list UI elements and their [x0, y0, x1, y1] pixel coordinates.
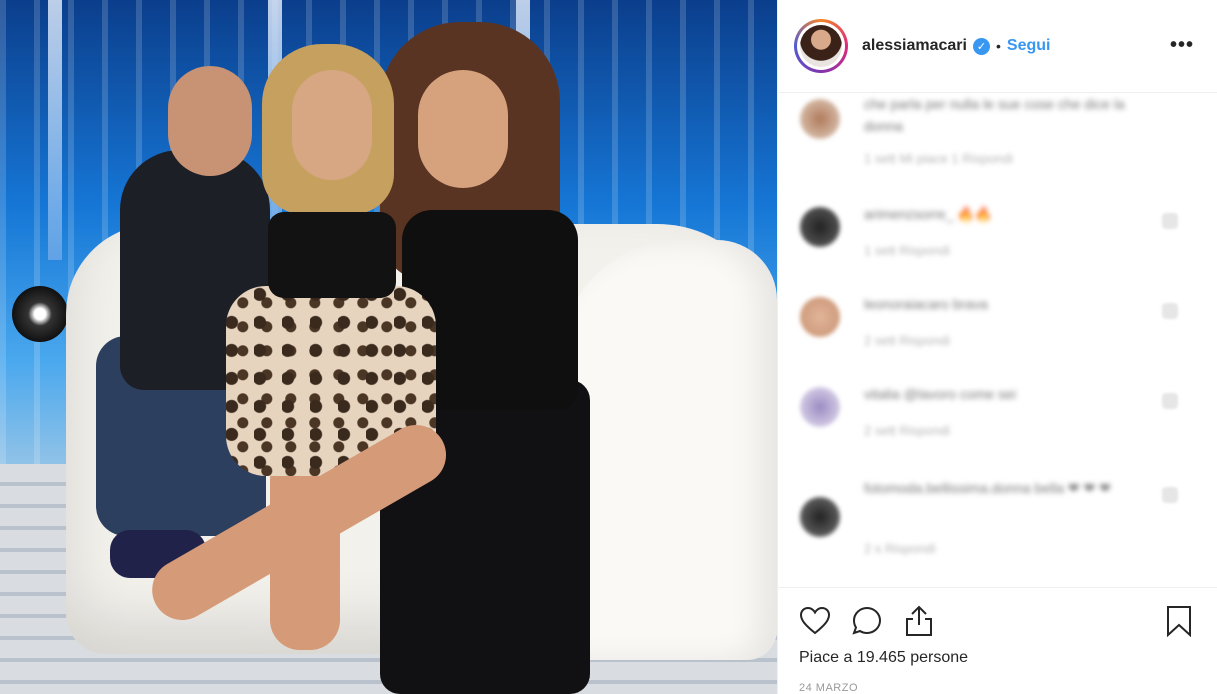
comment-button[interactable] — [850, 604, 884, 638]
bookmark-icon — [1167, 606, 1191, 637]
avatar-inner — [797, 22, 845, 70]
likes-count[interactable]: Piace a 19.465 persone — [799, 649, 968, 667]
share-button[interactable] — [902, 604, 936, 638]
more-options-icon[interactable]: ••• — [1170, 34, 1194, 57]
comment-text: che parla per nulla le sue cose che dice… — [864, 96, 1125, 134]
follow-button[interactable]: Segui — [1007, 37, 1051, 55]
comment-like-icon[interactable] — [1162, 303, 1178, 319]
comment-like-icon[interactable] — [1162, 213, 1178, 229]
comment-like-icon[interactable] — [1162, 487, 1178, 503]
person-right-head — [418, 70, 508, 188]
comment-text: arimenzsorre_ 🔥🔥 — [864, 206, 993, 222]
username-link[interactable]: alessiamacari — [862, 37, 967, 55]
share-icon — [906, 605, 932, 636]
comment-text: vitalia @lavoro come sei — [864, 386, 1016, 402]
comment-avatar[interactable] — [800, 387, 840, 427]
comments-list[interactable]: che parla per nulla le sue cose che dice… — [778, 93, 1217, 586]
comment-meta[interactable]: 1 sett Rispondi — [864, 243, 950, 258]
comment-meta[interactable]: 2 s Rispondi — [864, 541, 936, 556]
comment-like-icon[interactable] — [1162, 393, 1178, 409]
person-left-head — [168, 66, 252, 176]
post-footer: Piace a 19.465 persone 24 MARZO — [778, 587, 1217, 694]
studio-pillar — [48, 0, 62, 260]
avatar[interactable] — [794, 19, 848, 73]
comment-icon — [852, 606, 882, 635]
person-center-head — [292, 70, 372, 180]
save-button[interactable] — [1162, 604, 1196, 638]
comment-meta[interactable]: 1 sett Mi piace 1 Rispondi — [864, 151, 1013, 166]
comment-text: leonoraiacaro brava — [864, 296, 988, 312]
heart-icon — [799, 606, 831, 635]
sofa-arm — [560, 240, 777, 660]
avatar-image — [800, 25, 842, 67]
post-header: alessiamacari ✓ • Segui ••• — [778, 0, 1217, 93]
person-center-top — [268, 212, 396, 298]
like-button[interactable] — [798, 604, 832, 638]
comment-avatar[interactable] — [800, 99, 840, 139]
post-side-panel: alessiamacari ✓ • Segui ••• che parla pe… — [777, 0, 1217, 694]
separator-dot: • — [995, 38, 1001, 54]
post-date: 24 MARZO — [799, 682, 859, 694]
comment-avatar[interactable] — [800, 297, 840, 337]
post-photo[interactable] — [0, 0, 777, 694]
action-bar — [798, 604, 936, 638]
comment-avatar[interactable] — [800, 207, 840, 247]
stage-light — [12, 286, 68, 342]
comment-avatar[interactable] — [800, 497, 840, 537]
comment-text: fotomoda.bellissima.donna bella ❤ ❤ ❤ — [864, 480, 1111, 496]
comment-meta[interactable]: 2 sett Rispondi — [864, 333, 950, 348]
comment-meta[interactable]: 2 sett Rispondi — [864, 423, 950, 438]
verified-badge-icon: ✓ — [972, 37, 990, 55]
